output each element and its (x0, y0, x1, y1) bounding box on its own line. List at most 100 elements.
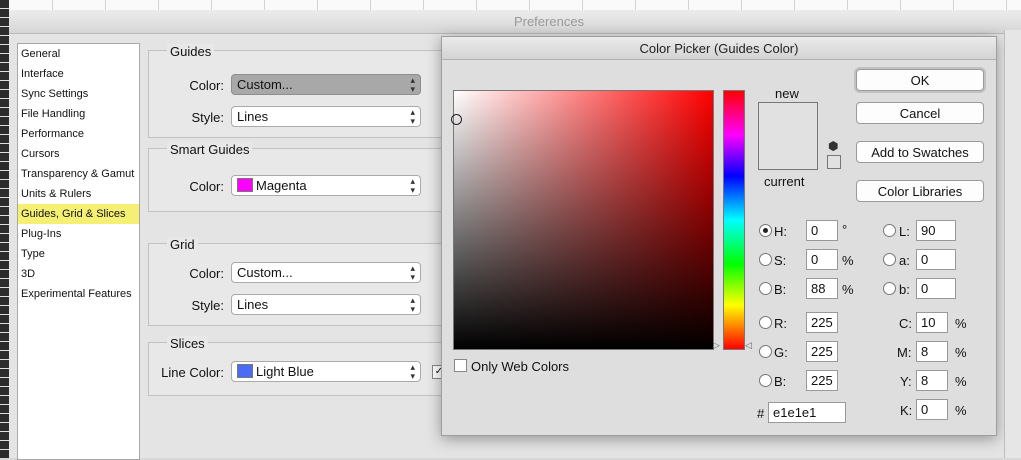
saturation-brightness-field[interactable] (453, 90, 714, 350)
saturation-input[interactable]: 0 (806, 249, 838, 270)
red-label: R: (774, 316, 787, 331)
b-channel-radio[interactable] (883, 282, 896, 295)
hue-input[interactable]: 0 (806, 220, 838, 241)
grid-group-title: Grid (167, 237, 198, 252)
magenta-label: M: (897, 345, 912, 360)
a-channel-input[interactable]: 0 (916, 249, 956, 270)
slices-group: Slices Line Color: Light Blue ▴ ▾ ✓ (148, 336, 470, 396)
guides-color-select[interactable]: Custom... ▴ ▾ (231, 74, 421, 95)
select-arrows-icon: ▴ ▾ (410, 75, 415, 94)
brightness-radio[interactable] (759, 282, 772, 295)
hex-label: # (757, 406, 765, 421)
grid-style-value: Lines (237, 297, 269, 312)
slices-line-color-label: Line Color: (161, 365, 224, 380)
lightness-radio[interactable] (883, 224, 896, 237)
guides-group-title: Guides (167, 44, 215, 59)
only-web-colors-label: Only Web Colors (471, 359, 570, 374)
grid-color-select[interactable]: Custom... ▴ ▾ (231, 262, 421, 283)
slices-line-color-select[interactable]: Light Blue ▴ ▾ (231, 361, 421, 382)
sidebar-item-general[interactable]: General (18, 44, 139, 64)
hue-slider[interactable] (723, 90, 745, 350)
color-picker-title: Color Picker (Guides Color) (639, 41, 799, 56)
sidebar-item-3d[interactable]: 3D (18, 264, 139, 284)
sidebar-item-transparency-gamut[interactable]: Transparency & Gamut (18, 164, 139, 184)
background-right-panel (1004, 30, 1021, 458)
a-channel-radio[interactable] (883, 253, 896, 266)
new-color-label: new (775, 86, 799, 101)
sidebar-item-guides-grid-slices[interactable]: Guides, Grid & Slices (18, 204, 139, 224)
slices-group-title: Slices (167, 336, 208, 351)
smart-guides-color-value: Magenta (256, 178, 307, 193)
out-of-gamut-cube-icon[interactable]: ⬢ (828, 139, 838, 153)
sidebar-item-type[interactable]: Type (18, 244, 139, 264)
black-input[interactable]: 0 (916, 399, 948, 420)
color-libraries-button[interactable]: Color Libraries (856, 180, 984, 202)
select-arrows-icon: ▴ ▾ (410, 176, 415, 195)
preferences-titlebar[interactable]: Preferences (9, 10, 1021, 34)
b-channel-input[interactable]: 0 (916, 278, 956, 299)
magenta-unit: % (955, 345, 967, 360)
grid-style-label: Style: (191, 298, 224, 313)
green-radio[interactable] (759, 345, 772, 358)
green-input[interactable]: 225 (806, 341, 838, 362)
smart-guides-color-select[interactable]: Magenta ▴ ▾ (231, 175, 421, 196)
guides-style-label: Style: (191, 110, 224, 125)
black-label: K: (900, 403, 913, 418)
hue-slider-left-arrow-icon[interactable]: ▷ (713, 340, 720, 351)
color-preview-swatch (758, 102, 818, 170)
sidebar-item-interface[interactable]: Interface (18, 64, 139, 84)
sidebar-item-experimental-features[interactable]: Experimental Features (18, 284, 139, 304)
web-safe-color-swatch[interactable] (827, 155, 841, 169)
add-to-swatches-button[interactable]: Add to Swatches (856, 141, 984, 163)
slices-line-color-value: Light Blue (256, 364, 314, 379)
hue-slider-right-arrow-icon[interactable]: ◁ (745, 340, 752, 351)
saturation-radio[interactable] (759, 253, 772, 266)
a-channel-label: a: (899, 253, 910, 268)
saturation-label: S: (774, 253, 787, 268)
brightness-input[interactable]: 88 (806, 278, 838, 299)
color-field-marker[interactable] (451, 114, 462, 125)
select-arrows-icon: ▴ ▾ (410, 107, 415, 126)
color-picker-dialog: Color Picker (Guides Color) ▷ ◁ new curr… (441, 36, 997, 436)
sidebar-item-units-rulers[interactable]: Units & Rulers (18, 184, 139, 204)
hex-input[interactable]: e1e1e1 (768, 402, 846, 423)
light-blue-swatch (237, 364, 253, 378)
smart-guides-group: Smart Guides Color: Magenta ▴ ▾ (148, 142, 470, 212)
current-color-label: current (764, 174, 805, 189)
lightness-input[interactable]: 90 (916, 220, 956, 241)
color-picker-titlebar[interactable]: Color Picker (Guides Color) (442, 37, 996, 60)
cyan-input[interactable]: 10 (916, 312, 948, 333)
sidebar-item-sync-settings[interactable]: Sync Settings (18, 84, 139, 104)
smart-guides-group-title: Smart Guides (167, 142, 253, 157)
grid-style-select[interactable]: Lines ▴ ▾ (231, 294, 421, 315)
magenta-swatch (237, 178, 253, 192)
hue-unit: ° (842, 222, 848, 237)
select-arrows-icon: ▴ ▾ (410, 295, 415, 314)
red-input[interactable]: 225 (806, 312, 838, 333)
black-unit: % (955, 403, 967, 418)
ok-button[interactable]: OK (856, 69, 984, 91)
preferences-title: Preferences (513, 14, 585, 29)
guides-style-select[interactable]: Lines ▴ ▾ (231, 106, 421, 127)
hue-radio[interactable] (759, 224, 772, 237)
blue-radio[interactable] (759, 374, 772, 387)
only-web-colors-checkbox[interactable] (454, 359, 467, 372)
b-channel-label: b: (899, 282, 910, 297)
magenta-input[interactable]: 8 (916, 341, 948, 362)
grid-color-value: Custom... (237, 265, 293, 280)
guides-group: Guides Color: Custom... ▴ ▾ Style: Lines … (148, 44, 470, 138)
yellow-label: Y: (900, 374, 912, 389)
blue-input[interactable]: 225 (806, 370, 838, 391)
sidebar-item-performance[interactable]: Performance (18, 124, 139, 144)
sidebar-item-plug-ins[interactable]: Plug-Ins (18, 224, 139, 244)
select-arrows-icon: ▴ ▾ (410, 362, 415, 381)
yellow-input[interactable]: 8 (916, 370, 948, 391)
preferences-sidebar: General Interface Sync Settings File Han… (17, 43, 140, 460)
sidebar-item-file-handling[interactable]: File Handling (18, 104, 139, 124)
red-radio[interactable] (759, 316, 772, 329)
cancel-button[interactable]: Cancel (856, 102, 984, 124)
blue-label: B: (774, 374, 787, 389)
sidebar-item-cursors[interactable]: Cursors (18, 144, 139, 164)
cyan-unit: % (955, 316, 967, 331)
grid-group: Grid Color: Custom... ▴ ▾ Style: Lines ▴ ▾ (148, 237, 470, 326)
